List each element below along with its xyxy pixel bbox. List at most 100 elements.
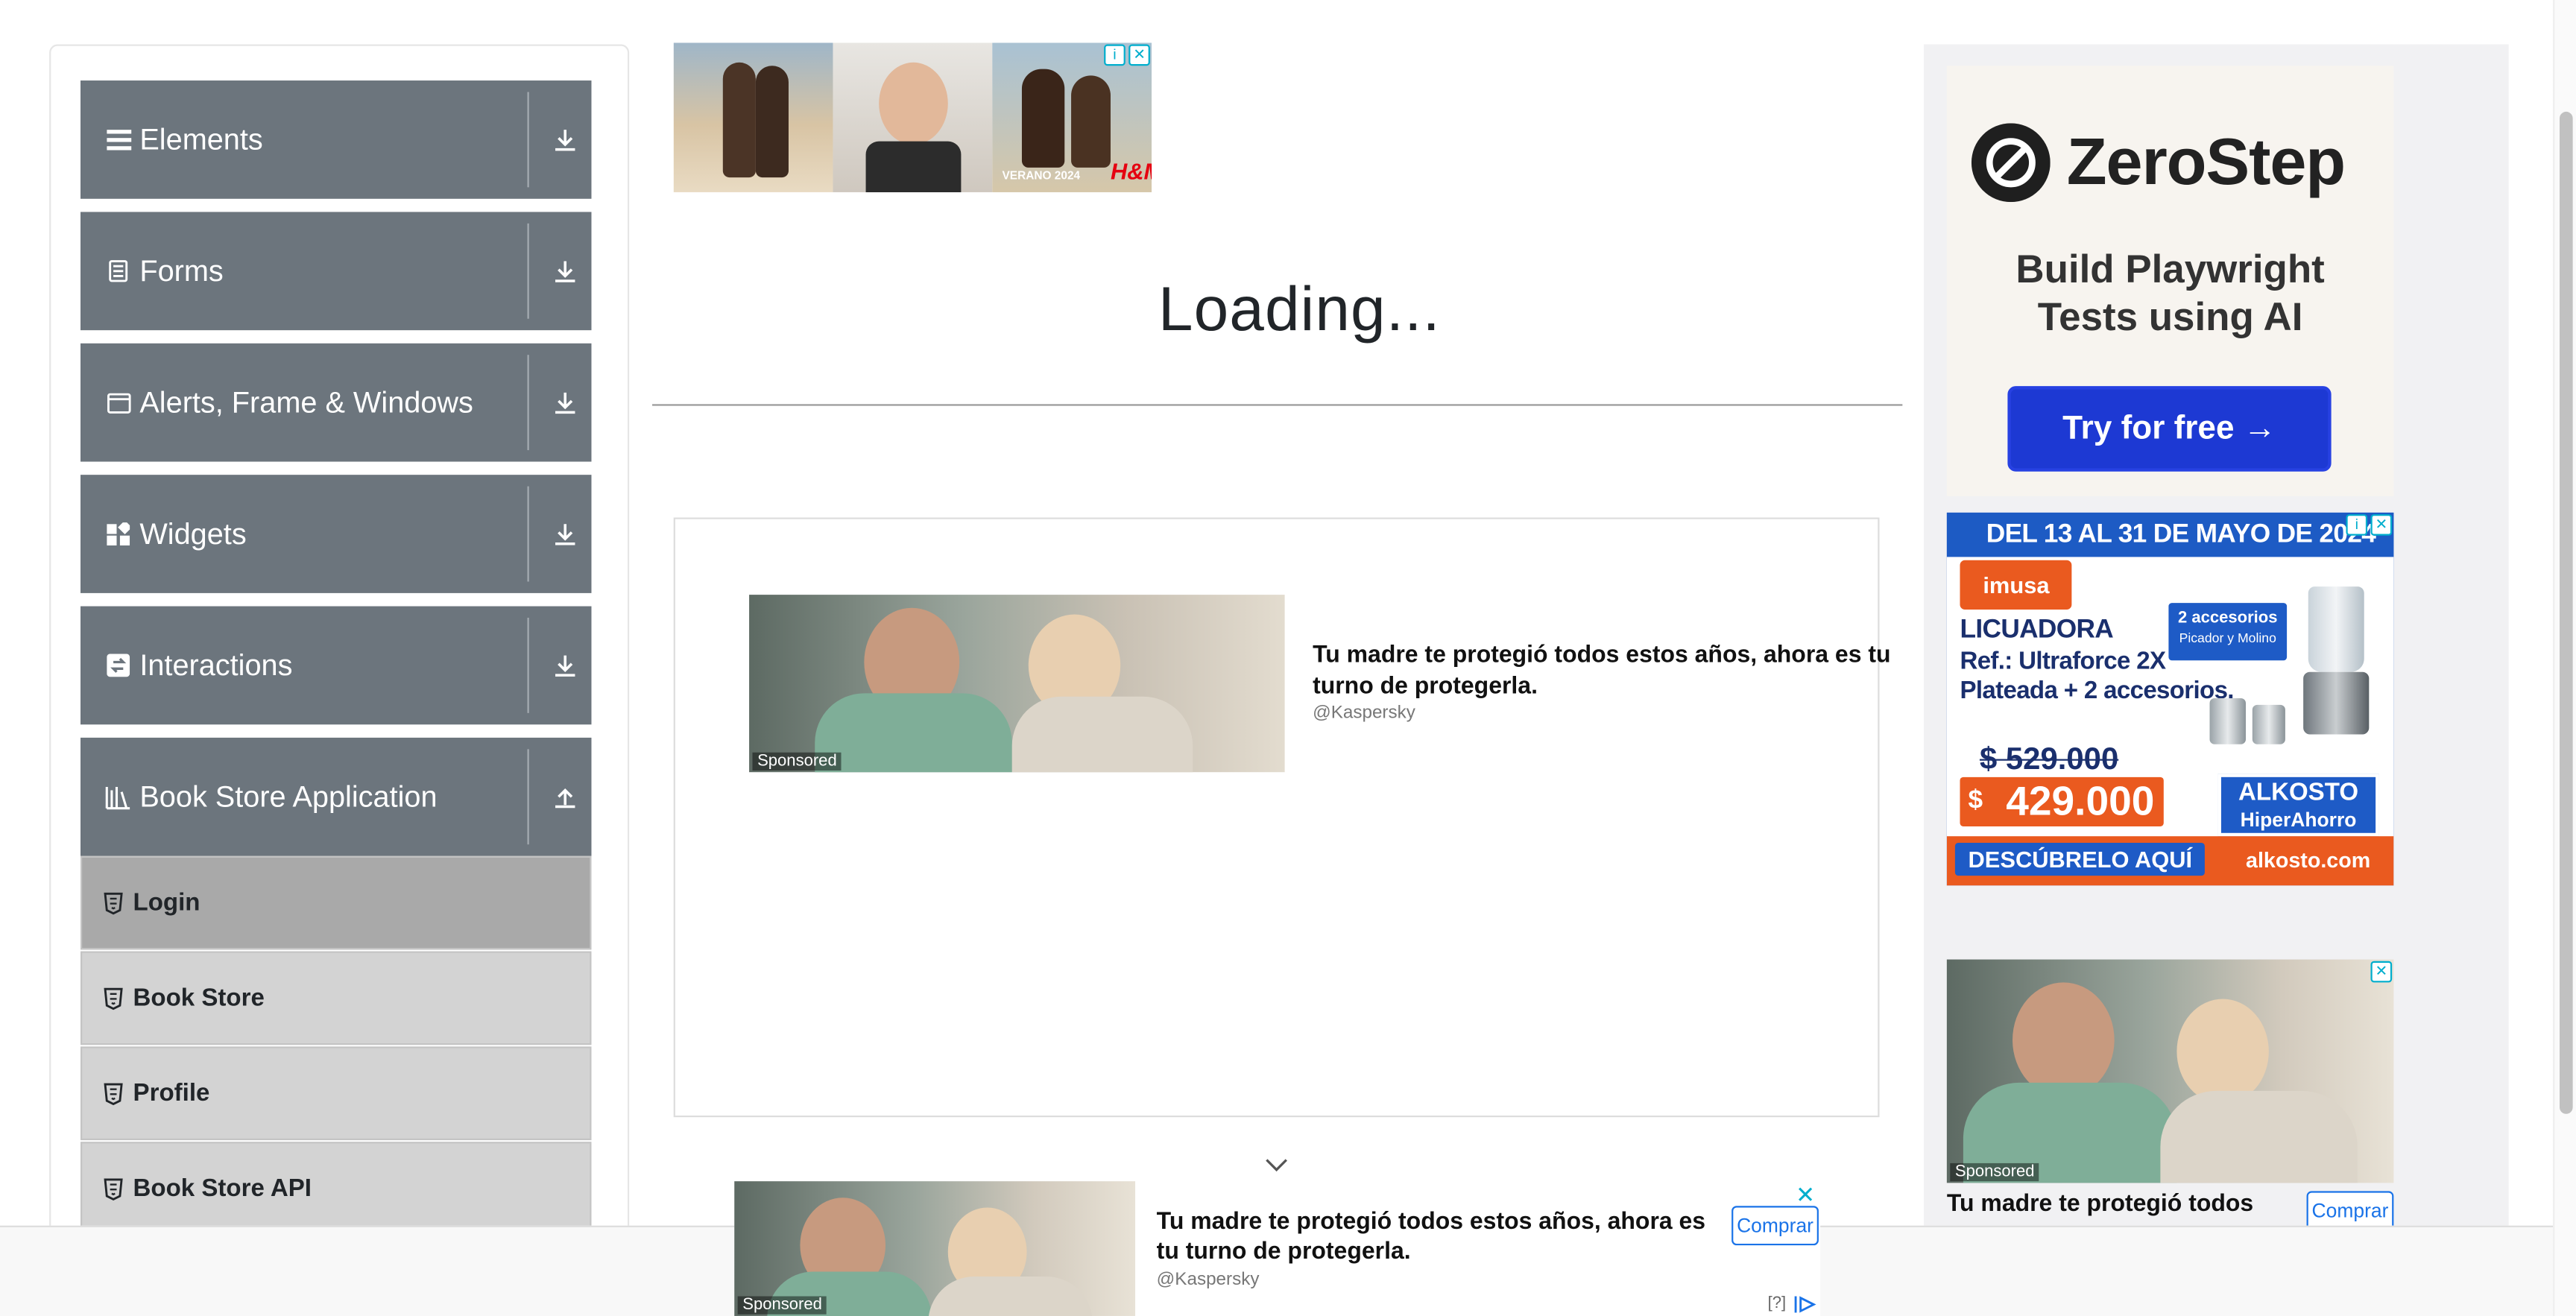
buy-button[interactable]: Comprar <box>2306 1191 2394 1231</box>
download-icon[interactable] <box>552 127 578 153</box>
store-sub: HiperAhorro <box>2240 808 2357 832</box>
ad-choices-icon[interactable] <box>1794 1294 1817 1314</box>
sponsored-label: Sponsored <box>737 1296 827 1315</box>
sidebar-item-book-store-api[interactable]: Book Store API <box>80 1142 592 1236</box>
divider <box>527 617 529 713</box>
interactions-icon <box>105 652 131 678</box>
zerostep-tagline: Build Playwright Tests using AI <box>1947 247 2394 342</box>
page: Elements Forms Alerts, Frame & Windows W… <box>0 0 2576 1316</box>
ad-close-icon[interactable]: ✕ <box>1796 1183 1815 1206</box>
new-price-value: 429.000 <box>2006 779 2155 825</box>
store-name: ALKOSTO <box>2238 779 2359 807</box>
widgets-icon <box>105 521 131 547</box>
group-book-store-application[interactable]: Book Store Application <box>80 737 592 856</box>
accessory-image <box>2252 704 2285 744</box>
sponsored-label: Sponsored <box>1950 1162 2040 1182</box>
zerostep-tagline-line: Tests using AI <box>2037 295 2303 341</box>
buy-button[interactable]: Comprar <box>1731 1206 1819 1246</box>
form-icon <box>105 258 131 284</box>
sidebar-item-label: Login <box>133 888 201 917</box>
sidebar-item-profile[interactable]: Profile <box>80 1046 592 1141</box>
group-elements[interactable]: Elements <box>80 80 592 199</box>
ad-brand: H&M <box>1110 157 1152 184</box>
ad-info-icon[interactable]: i <box>2346 514 2368 536</box>
group-label: Alerts, Frame & Windows <box>139 385 473 419</box>
zerostep-brand: ZeroStep <box>2066 125 2346 198</box>
divider <box>527 355 529 451</box>
currency-symbol: $ <box>1968 787 1983 815</box>
promo-url[interactable]: alkosto.com <box>2246 848 2370 873</box>
top-banner-ad[interactable]: VERANO 2024 H&M i ✕ <box>673 42 1152 192</box>
bottom-sticky-ad[interactable]: Sponsored Tu madre te protegió todos est… <box>734 1181 1821 1316</box>
new-price: $ 429.000 <box>1960 776 2164 826</box>
divider <box>527 486 529 582</box>
upload-icon[interactable] <box>552 784 578 810</box>
divider <box>527 223 529 319</box>
blender-image <box>2295 586 2377 738</box>
zerostep-ad[interactable]: ZeroStep Build Playwright Tests using AI… <box>1946 66 2394 496</box>
right-native-headline[interactable]: Tu madre te protegió todos <box>1947 1191 2253 1217</box>
ad-controls: i ✕ <box>1104 44 1150 66</box>
native-ad-image[interactable]: Sponsored <box>749 595 1285 773</box>
group-label: Interactions <box>139 648 293 681</box>
right-native-ad-image[interactable]: Sponsored ✕ <box>1946 959 2394 1183</box>
accessory-image <box>2209 697 2247 744</box>
group-label: Elements <box>139 122 263 156</box>
group-alerts[interactable]: Alerts, Frame & Windows <box>80 343 592 462</box>
books-icon <box>105 784 131 810</box>
bottom-ad-headline[interactable]: Tu madre te protegió todos estos años, a… <box>1157 1207 1723 1266</box>
download-icon[interactable] <box>552 652 578 678</box>
promo-date: DEL 13 AL 31 DE MAYO DE 2024 <box>1946 512 2394 557</box>
divider <box>527 92 529 188</box>
accessories-sub: Picador y Molino <box>2179 630 2276 646</box>
ad-close-icon[interactable]: ✕ <box>2370 961 2393 983</box>
ad-caption: VERANO 2024 <box>1002 171 1081 183</box>
html5-icon <box>104 987 123 1010</box>
sidebar-item-login[interactable]: Login <box>80 855 592 950</box>
alkosto-logo: ALKOSTO HiperAhorro <box>2217 774 2379 837</box>
sidebar-item-label: Book Store <box>133 984 265 1013</box>
ad-close-icon[interactable]: ✕ <box>2370 514 2393 536</box>
promo-ref: Ref.: Ultraforce 2X <box>1960 647 2166 676</box>
promo-product: LICUADORA <box>1960 616 2114 645</box>
download-icon[interactable] <box>552 258 578 284</box>
group-interactions[interactable]: Interactions <box>80 606 592 725</box>
ad-controls: i ✕ <box>2346 514 2393 536</box>
ad-info-icon[interactable]: i <box>1104 44 1126 66</box>
group-label: Widgets <box>139 516 247 550</box>
try-for-free-button[interactable]: Try for free → <box>2007 386 2332 472</box>
discover-button[interactable]: DESCÚBRELO AQUÍ <box>1954 843 2206 876</box>
old-price: $ 529.000 <box>1979 742 2119 777</box>
native-ad-headline[interactable]: Tu madre te protegió todos estos años, a… <box>1313 641 1937 703</box>
zerostep-logo-icon <box>1971 123 2051 203</box>
sponsored-label: Sponsored <box>752 752 842 771</box>
group-forms[interactable]: Forms <box>80 212 592 331</box>
download-icon[interactable] <box>552 390 578 416</box>
sidebar-item-label: Profile <box>133 1079 210 1107</box>
alkosto-ad[interactable]: DEL 13 AL 31 DE MAYO DE 2024 imusa LICUA… <box>1946 512 2394 886</box>
sidebar-item-label: Book Store API <box>133 1174 312 1203</box>
zerostep-logo: ZeroStep <box>1971 123 2346 203</box>
divider <box>527 749 529 845</box>
divider <box>652 404 1903 406</box>
promo-desc: Plateada + 2 accesorios. <box>1960 677 2234 705</box>
ad-photo <box>833 42 993 192</box>
html5-icon <box>104 891 123 914</box>
bottom-ad-handle: @Kaspersky <box>1156 1270 1260 1290</box>
chevron-down-icon[interactable] <box>1263 1155 1289 1174</box>
group-label: Book Store Application <box>139 779 438 813</box>
bottom-ad-image: Sponsored <box>734 1181 1136 1316</box>
group-widgets[interactable]: Widgets <box>80 475 592 593</box>
ad-choices-label[interactable]: [?] <box>1768 1294 1787 1312</box>
list-icon <box>105 127 131 153</box>
loading-text: Loading... <box>1158 276 1441 345</box>
scrollbar-thumb[interactable] <box>2559 111 2573 1114</box>
download-icon[interactable] <box>552 521 578 547</box>
group-label: Forms <box>139 253 224 287</box>
ad-photo <box>673 42 833 192</box>
accessories-title: 2 accesorios <box>2177 609 2278 628</box>
html5-icon <box>104 1177 123 1200</box>
native-ad-handle: @Kaspersky <box>1313 703 1415 724</box>
ad-close-icon[interactable]: ✕ <box>1128 44 1150 66</box>
sidebar-item-book-store[interactable]: Book Store <box>80 951 592 1045</box>
